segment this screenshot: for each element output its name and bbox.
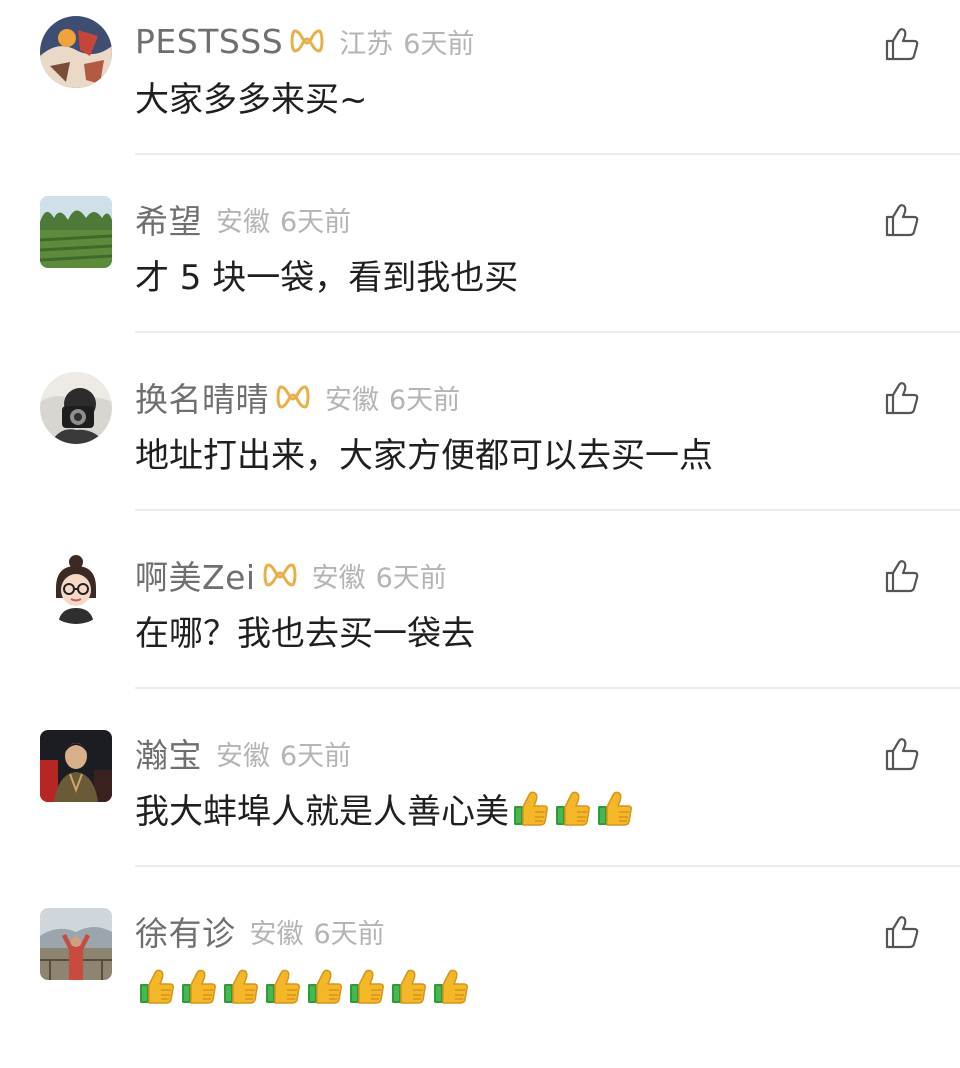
comment-text: 我大蚌埠人就是人善心美 — [135, 784, 635, 832]
field-photo-avatar-image — [40, 196, 112, 268]
avatar[interactable] — [40, 16, 112, 88]
thumbs-up-emoji — [305, 967, 345, 1007]
comment-meta: 瀚宝 安徽 6天前 — [135, 730, 351, 776]
emoji-row — [135, 965, 471, 1007]
comment-meta: 啊美Zei 安徽 6天前 — [135, 552, 447, 598]
thumbs-up-emoji — [553, 789, 593, 829]
comment-meta: PESTSSS 江苏 6天前 — [135, 18, 474, 64]
like-button[interactable] — [882, 200, 922, 240]
thumbs-up-emoji — [137, 967, 177, 1007]
thumbs-up-emoji — [263, 967, 303, 1007]
divider — [135, 331, 960, 333]
comment-meta: 徐有诊 安徽 6天前 — [135, 908, 385, 954]
thumbs-up-outline-icon — [885, 738, 919, 771]
comment-body: 在哪？我也去买一袋去 — [135, 613, 475, 654]
username[interactable]: PESTSSS — [135, 22, 283, 61]
thumbs-up-emoji — [431, 967, 471, 1007]
comment-text: 大家多多来买~ — [135, 72, 368, 120]
avatar[interactable] — [40, 372, 112, 444]
divider — [135, 509, 960, 511]
time-text: 6天前 — [403, 28, 475, 60]
thumbs-up-emoji — [595, 789, 635, 829]
person-photo-avatar-image — [40, 730, 112, 802]
abstract-illustration-avatar-image — [40, 16, 112, 88]
thumbs-up-emoji — [389, 967, 429, 1007]
location-text: 安徽 — [216, 206, 270, 238]
username[interactable]: 换名晴晴 — [135, 373, 269, 421]
location-text: 安徽 — [249, 918, 304, 950]
emoji-row — [509, 787, 635, 829]
thumbs-up-outline-icon — [885, 916, 919, 949]
vip-badge-icon — [262, 561, 298, 589]
comment-item: 瀚宝 安徽 6天前 我大蚌埠人就是人善心美 — [0, 712, 960, 890]
thumbs-up-outline-icon — [885, 204, 919, 237]
comment-body: 地址打出来，大家方便都可以去买一点 — [135, 435, 713, 476]
like-button[interactable] — [882, 912, 922, 952]
camera-person-avatar-image — [40, 372, 112, 444]
like-button[interactable] — [882, 24, 922, 64]
avatar[interactable] — [40, 196, 112, 268]
comment-list: PESTSSS 江苏 6天前 大家多多来买~ 希望 安徽 6天前 才 5 块一袋… — [0, 0, 960, 1037]
cartoon-girl-avatar-image — [40, 552, 112, 624]
avatar[interactable] — [40, 730, 112, 802]
like-button[interactable] — [882, 734, 922, 774]
comment-text: 地址打出来，大家方便都可以去买一点 — [135, 428, 713, 476]
thumbs-up-emoji — [511, 789, 551, 829]
like-button[interactable] — [882, 556, 922, 596]
time-text: 6天前 — [280, 206, 352, 238]
comment-text: 在哪？我也去买一袋去 — [135, 606, 475, 654]
username[interactable]: 徐有诊 — [135, 907, 236, 955]
comment-item: 徐有诊 安徽 6天前 — [0, 890, 960, 1068]
thumbs-up-outline-icon — [885, 560, 919, 593]
time-text: 6天前 — [389, 384, 461, 416]
comment-text: 才 5 块一袋，看到我也买 — [135, 250, 518, 298]
comment-meta: 换名晴晴 安徽 6天前 — [135, 374, 460, 420]
username[interactable]: 希望 — [135, 195, 202, 243]
username[interactable]: 瀚宝 — [135, 729, 202, 777]
comment-text — [135, 962, 471, 1010]
vip-badge-icon — [275, 383, 311, 411]
comment-meta: 希望 安徽 6天前 — [135, 196, 351, 242]
comment-item: 希望 安徽 6天前 才 5 块一袋，看到我也买 — [0, 178, 960, 356]
thumbs-up-outline-icon — [885, 28, 919, 61]
comment-item: 啊美Zei 安徽 6天前 在哪？我也去买一袋去 — [0, 534, 960, 712]
comment-body: 我大蚌埠人就是人善心美 — [135, 791, 509, 832]
divider — [135, 865, 960, 867]
divider — [135, 153, 960, 155]
thumbs-up-emoji — [221, 967, 261, 1007]
location-text: 江苏 — [339, 28, 394, 60]
time-text: 6天前 — [313, 918, 385, 950]
comment-item: 换名晴晴 安徽 6天前 地址打出来，大家方便都可以去买一点 — [0, 356, 960, 534]
comment-body: 才 5 块一袋，看到我也买 — [135, 257, 519, 298]
time-text: 6天前 — [280, 740, 352, 772]
divider — [135, 687, 960, 689]
outdoor-person-avatar-image — [40, 908, 112, 980]
like-button[interactable] — [882, 378, 922, 418]
location-text: 安徽 — [216, 740, 270, 772]
comment-item: PESTSSS 江苏 6天前 大家多多来买~ — [0, 0, 960, 178]
thumbs-up-emoji — [347, 967, 387, 1007]
time-text: 6天前 — [375, 562, 447, 594]
thumbs-up-outline-icon — [885, 382, 919, 415]
comment-body: 大家多多来买~ — [135, 79, 368, 120]
username[interactable]: 啊美Zei — [135, 551, 256, 599]
avatar[interactable] — [40, 552, 112, 624]
location-text: 安徽 — [311, 562, 366, 594]
thumbs-up-emoji — [179, 967, 219, 1007]
location-text: 安徽 — [325, 384, 379, 416]
vip-badge-icon — [289, 27, 325, 55]
avatar[interactable] — [40, 908, 112, 980]
